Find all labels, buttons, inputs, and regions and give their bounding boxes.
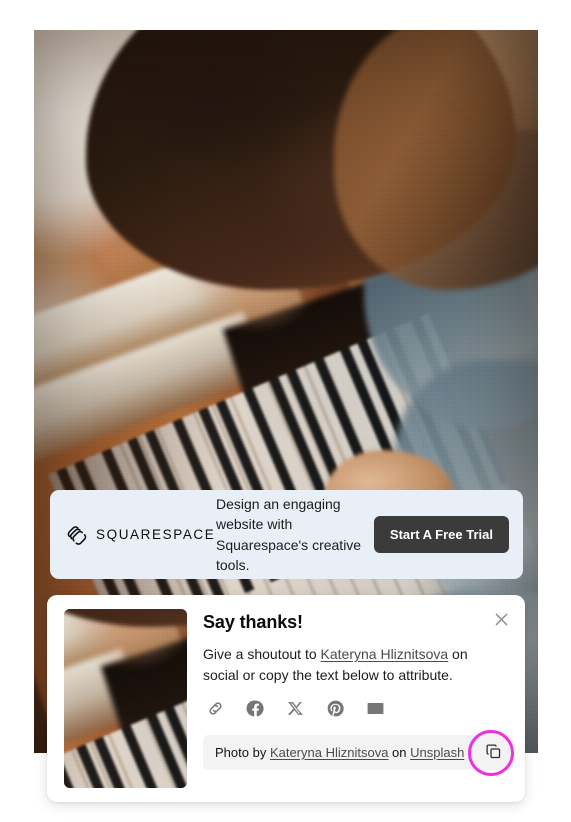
attribution-text: Photo by Kateryna Hliznitsova on Unsplas… — [215, 745, 479, 760]
description-prefix: Give a shoutout to — [203, 646, 321, 662]
say-thanks-description: Give a shoutout to Kateryna Hliznitsova … — [203, 644, 485, 686]
attribution-bar: Photo by Kateryna Hliznitsova on Unsplas… — [203, 729, 514, 776]
start-free-trial-button[interactable]: Start A Free Trial — [373, 516, 509, 553]
photo-thumbnail-image — [64, 609, 187, 788]
squarespace-logo: SQUARESPACE — [66, 524, 216, 546]
say-thanks-body: Say thanks! Give a shoutout to Kateryna … — [203, 609, 514, 788]
squarespace-logo-icon — [66, 524, 88, 546]
pinterest-icon — [326, 699, 345, 721]
share-link-button[interactable] — [204, 699, 226, 721]
squarespace-promo-card: SQUARESPACE Design an engaging website w… — [50, 490, 523, 579]
thumb-layer-vignette — [64, 609, 187, 788]
close-button[interactable] — [489, 609, 513, 633]
link-icon — [206, 699, 225, 721]
attribution-prefix: Photo by — [215, 745, 270, 760]
squarespace-brand-text: SQUARESPACE — [96, 527, 216, 542]
facebook-icon — [245, 699, 265, 721]
email-icon — [366, 699, 385, 721]
share-facebook-button[interactable] — [244, 699, 266, 721]
copy-icon — [485, 743, 502, 763]
close-icon — [493, 611, 510, 631]
attribution-author-link[interactable]: Kateryna Hliznitsova — [270, 745, 389, 760]
share-pinterest-button[interactable] — [324, 699, 346, 721]
thumbnail-canvas — [64, 609, 187, 788]
author-profile-link[interactable]: Kateryna Hliznitsova — [321, 646, 449, 662]
copy-attribution-button[interactable] — [479, 739, 507, 767]
social-share-row — [203, 699, 509, 721]
promo-copy-text: Design an engaging website with Squaresp… — [216, 495, 362, 573]
x-twitter-icon — [287, 700, 304, 720]
share-x-button[interactable] — [284, 699, 306, 721]
photo-thumbnail[interactable] — [64, 609, 187, 788]
attribution-source-link[interactable]: Unsplash — [410, 745, 464, 760]
say-thanks-card: Say thanks! Give a shoutout to Kateryna … — [47, 595, 525, 802]
share-email-button[interactable] — [364, 699, 386, 721]
say-thanks-title: Say thanks! — [203, 612, 303, 632]
attribution-middle: on — [388, 745, 411, 760]
